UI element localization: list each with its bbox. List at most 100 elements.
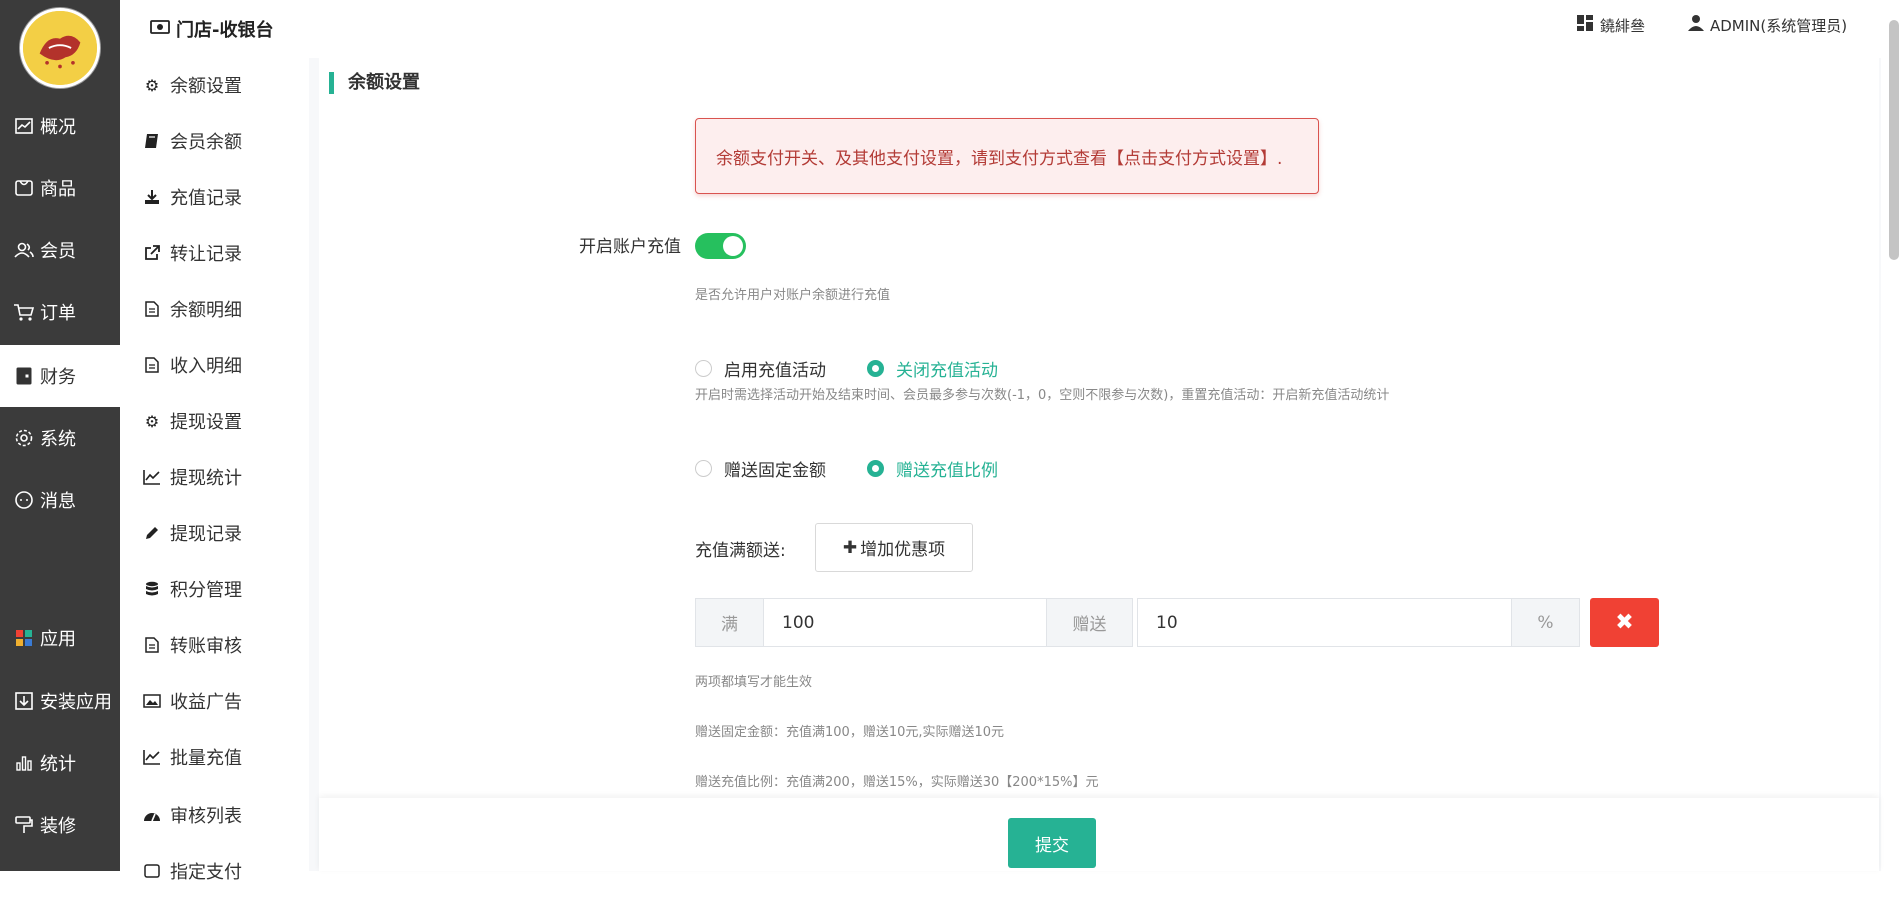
recharge-toggle[interactable] [695, 233, 746, 259]
user-menu[interactable]: ADMIN(系统管理员) [1688, 14, 1847, 36]
submit-button[interactable]: 提交 [1008, 818, 1096, 868]
rail-item-label: 安装应用 [40, 692, 112, 713]
subnav-item-label: 积分管理 [170, 580, 242, 601]
subnav-item-designated-payment[interactable]: 指定支付 [120, 843, 309, 899]
brand-logo[interactable] [20, 8, 100, 88]
form-footer [319, 798, 1879, 871]
hint-ratio: 赠送充值比例：充值满200，赠送15%，实际赠送30【200*15%】元 [695, 775, 1099, 790]
activity-hint: 开启时需选择活动开始及结束时间、会员最多参与次数(-1，0，空则不限参与次数)，… [695, 388, 1390, 403]
subnav-item-label: 批量充值 [170, 748, 242, 769]
breadcrumb-label: 门店-收银台 [176, 20, 274, 41]
user-icon [1688, 14, 1704, 36]
subnav-item-recharge-records[interactable]: 充值记录 [120, 169, 309, 225]
hint-fixed: 赠送固定金额：充值满100，赠送10元,实际赠送10元 [695, 725, 1005, 740]
subnav-item-income-detail[interactable]: 收入明细 [120, 337, 309, 393]
page-scrollbar[interactable] [1889, 20, 1899, 260]
breadcrumb[interactable]: 门店-收银台 [150, 16, 273, 42]
top-bar: 门店-收银台 鐃緋叄 ADMIN(系统管理员) [120, 0, 1899, 58]
database-icon [142, 579, 162, 599]
page-title: 余额设置 [329, 72, 420, 94]
rail-item-stats[interactable]: 统计 [0, 732, 120, 794]
subnav-item-batch-recharge[interactable]: 批量充值 [120, 729, 309, 785]
subnav-item-label: 提现记录 [170, 524, 242, 545]
radio-enable-activity[interactable]: 启用充值活动 [695, 356, 826, 381]
radio-disable-activity[interactable]: 关闭充值活动 [867, 356, 998, 381]
subnav-item-balance-detail[interactable]: 余额明细 [120, 281, 309, 337]
subnav-item-balance-settings[interactable]: ⚙ 余额设置 [120, 57, 309, 113]
pencil-icon [142, 523, 162, 543]
recharge-hint: 是否允许用户对账户余额进行充值 [695, 288, 891, 303]
rail-item-label: 财务 [40, 367, 76, 388]
rail-item-label: 商品 [40, 179, 76, 200]
subnav-item-label: 转让记录 [170, 244, 242, 265]
rule-gift-input[interactable]: 10 [1137, 598, 1512, 647]
subnav-item-withdraw-settings[interactable]: ⚙ 提现设置 [120, 393, 309, 449]
rule-amount-input[interactable]: 100 [763, 598, 1047, 647]
radio-label: 赠送充值比例 [896, 461, 998, 481]
rail-item-system[interactable]: 系统 [0, 407, 120, 469]
subnav-item-review-list[interactable]: 审核列表 [120, 787, 309, 843]
subnav-item-label: 提现设置 [170, 412, 242, 433]
radio-gift-ratio[interactable]: 赠送充值比例 [867, 456, 998, 481]
subnav-item-member-balance[interactable]: 会员余额 [120, 113, 309, 169]
hint-both: 两项都填写才能生效 [695, 675, 813, 690]
user-name: ADMIN(系统管理员) [1710, 16, 1848, 35]
rule-middle: 赠送 [1046, 598, 1133, 647]
cart-icon [13, 301, 35, 323]
gear-icon: ⚙ [144, 75, 160, 95]
book-icon [142, 131, 162, 151]
file-icon [142, 299, 162, 319]
wallet-icon [13, 365, 35, 387]
download-icon [13, 690, 35, 712]
file-icon [142, 355, 162, 375]
card-icon [142, 861, 162, 881]
radio-label: 关闭充值活动 [896, 361, 998, 381]
subnav-item-label: 审核列表 [170, 806, 242, 827]
file-icon [142, 635, 162, 655]
radio-label: 启用充值活动 [724, 361, 826, 381]
payment-alert[interactable]: 余额支付开关、及其他支付设置，请到支付方式查看【点击支付方式设置】. [695, 118, 1319, 194]
rail-item-label: 装修 [40, 816, 76, 837]
settings-panel: 余额设置 余额支付开关、及其他支付设置，请到支付方式查看【点击支付方式设置】. … [319, 58, 1879, 871]
radio-dot [695, 460, 712, 477]
rail-item-label: 概况 [40, 117, 76, 138]
add-discount-label: 增加优惠项 [860, 540, 946, 560]
subnav-item-transfer-review[interactable]: 转账审核 [120, 617, 309, 673]
store-switch[interactable]: 鐃緋叄 [1576, 14, 1645, 36]
radio-dot [867, 360, 884, 377]
subnav-item-income-ads[interactable]: 收益广告 [120, 673, 309, 729]
rail-item-label: 订单 [40, 303, 76, 324]
users-icon [13, 239, 35, 261]
subnav-item-label: 会员余额 [170, 132, 242, 153]
subnav-item-label: 余额设置 [170, 76, 242, 97]
rail-item-members[interactable]: 会员 [0, 219, 120, 281]
image-icon [142, 691, 162, 711]
download-icon [142, 187, 162, 207]
dashboard-icon [142, 805, 162, 825]
rail-item-label: 消息 [40, 491, 76, 512]
rail-item-label: 统计 [40, 754, 76, 775]
dashboard-grid-icon [1576, 14, 1594, 36]
apps-icon [13, 627, 35, 649]
rail-item-install-apps[interactable]: 安装应用 [0, 670, 120, 732]
rail-item-apps[interactable]: 应用 [0, 607, 120, 669]
subnav-item-points[interactable]: 积分管理 [120, 561, 309, 617]
subnav-item-withdraw-stats[interactable]: 提现统计 [120, 449, 309, 505]
delete-rule-button[interactable]: ✖ [1590, 598, 1659, 647]
rail-item-overview[interactable]: 概况 [0, 95, 120, 157]
add-discount-button[interactable]: ✚ 增加优惠项 [815, 523, 973, 572]
rail-item-finance[interactable]: 财务 [0, 345, 120, 407]
rail-item-messages[interactable]: 消息 [0, 469, 120, 531]
radio-dot [695, 360, 712, 377]
close-icon: ✖ [1615, 610, 1634, 635]
plus-icon: ✚ [842, 537, 858, 558]
subnav-item-transfer-records[interactable]: 转让记录 [120, 225, 309, 281]
radio-gift-fixed[interactable]: 赠送固定金额 [695, 456, 826, 481]
rail-item-orders[interactable]: 订单 [0, 281, 120, 343]
rail-item-decor[interactable]: 装修 [0, 794, 120, 856]
rail-item-goods[interactable]: 商品 [0, 157, 120, 219]
external-link-icon [142, 243, 162, 263]
subnav-item-withdraw-records[interactable]: 提现记录 [120, 505, 309, 561]
store-switch-label: 鐃緋叄 [1600, 16, 1646, 35]
full-gift-label: 充值满额送: [695, 541, 786, 561]
